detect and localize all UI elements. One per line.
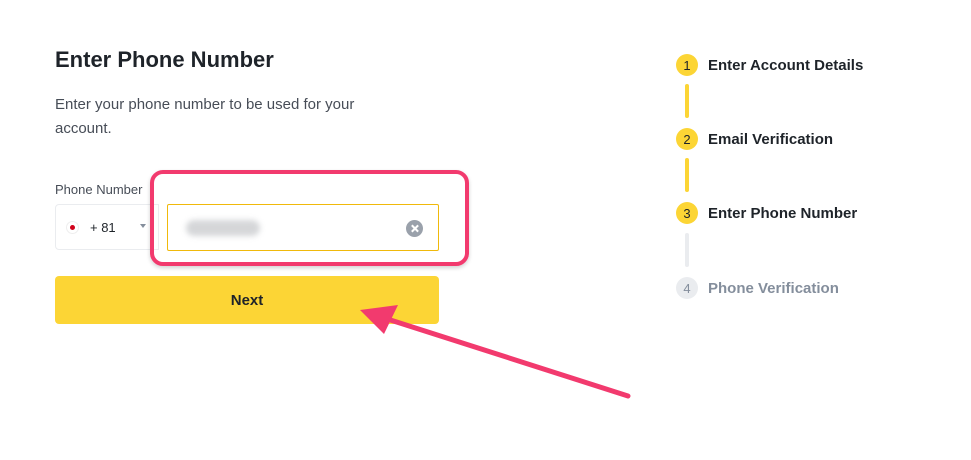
step-label: Enter Account Details [708,56,864,74]
step-connector [685,233,689,267]
step-number: 4 [676,277,698,299]
step-3: 3 Enter Phone Number [676,201,857,225]
step-label: Email Verification [708,130,834,148]
step-1: 1 Enter Account Details [676,53,863,77]
step-number: 3 [676,202,698,224]
step-label: Enter Phone Number [708,204,858,222]
step-2: 2 Email Verification [676,127,833,151]
step-number: 2 [676,128,698,150]
step-number: 1 [676,54,698,76]
step-connector [685,84,689,118]
step-4: 4 Phone Verification [676,276,839,300]
step-connector [685,158,689,192]
step-label: Phone Verification [708,279,839,297]
